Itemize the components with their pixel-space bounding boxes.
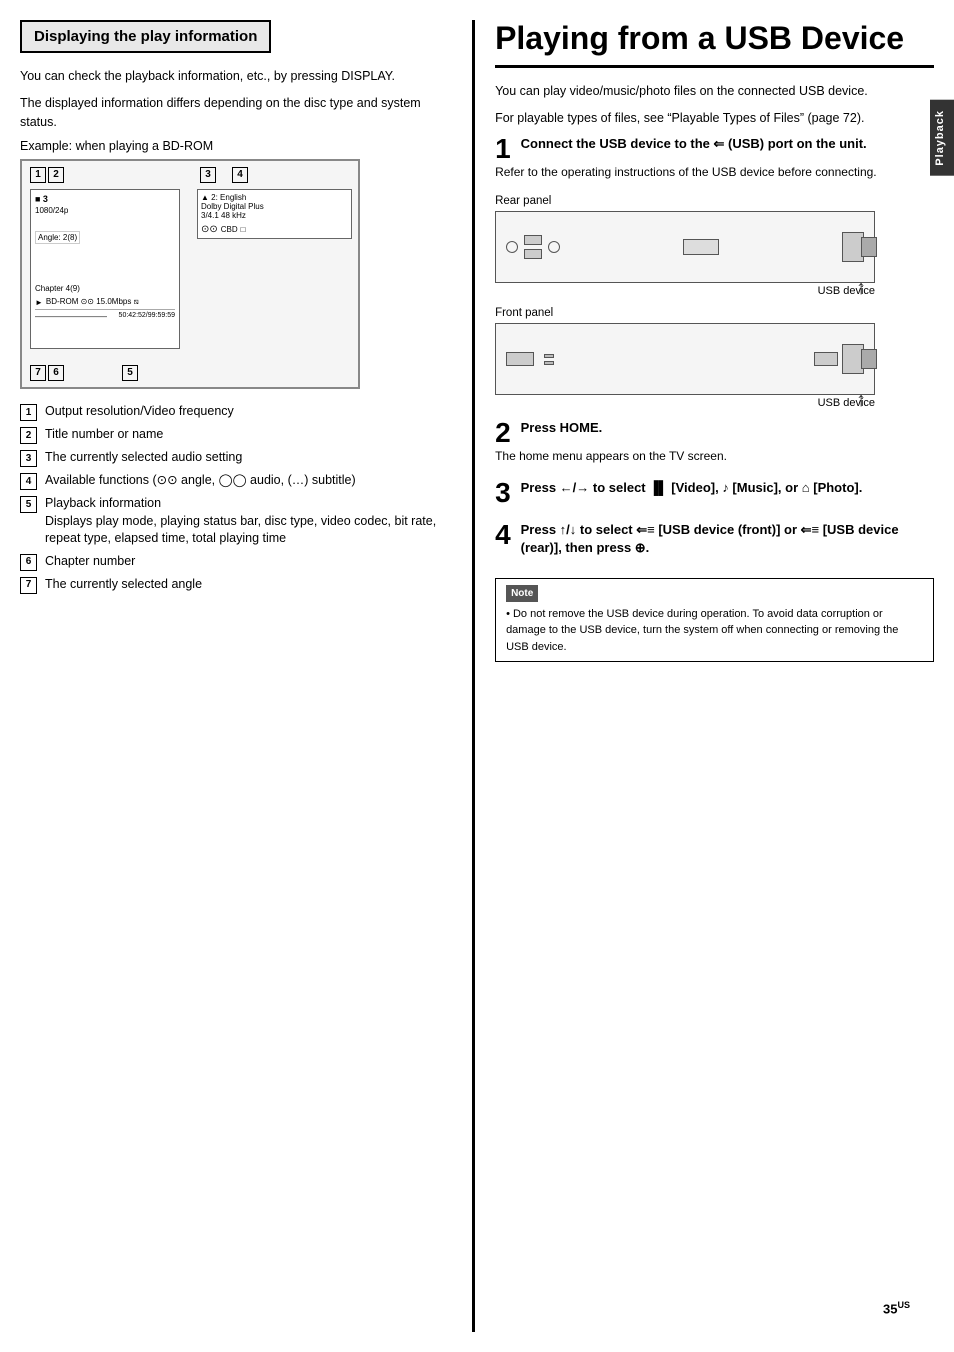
step-4-number: 4 [495, 521, 511, 549]
step-2-body: The home menu appears on the TV screen. [495, 447, 934, 465]
rear-mid-rect [683, 239, 719, 255]
section-title: Displaying the play information [20, 20, 271, 53]
note-text: • Do not remove the USB device during op… [506, 606, 923, 656]
num-badge-7: 7 [20, 577, 37, 594]
usb-slot-front [842, 344, 864, 374]
port-rect-1 [524, 235, 542, 245]
left-body1: You can check the playback information, … [20, 67, 452, 86]
list-item-2-text: Title number or name [45, 426, 163, 444]
num-badge-1: 1 [20, 404, 37, 421]
num-badge-5: 5 [20, 496, 37, 513]
bd-display-diagram: 1 2 3 4 7 6 5 ■ 3 1080/24p Angle: 2(8) C… [20, 159, 360, 389]
playback-info-list: 1 Output resolution/Video frequency 2 Ti… [20, 403, 452, 594]
step-1-header: Connect the USB device to the ⇐ (USB) po… [521, 135, 934, 153]
right-body1: You can play video/music/photo files on … [495, 82, 934, 101]
step-2-header: Press HOME. [521, 419, 934, 437]
list-item-3: 3 The currently selected audio setting [20, 449, 452, 467]
right-column: Playback Playing from a USB Device You c… [472, 20, 934, 1332]
rear-panel-elements [496, 212, 874, 282]
badge-2: 2 [48, 167, 64, 183]
port-circle-2 [548, 241, 560, 253]
usb-arrow-rear: ↑ [856, 277, 866, 300]
step-3-header: Press ←/→ to select ▐▌ [Video], ♪ [Music… [521, 479, 934, 497]
rear-panel-label: Rear panel [495, 195, 934, 207]
front-right-rect [814, 352, 838, 366]
usb-plug-rear [861, 237, 877, 257]
badge-4: 4 [232, 167, 248, 183]
badge-5: 5 [122, 365, 138, 381]
note-label: Note [506, 585, 538, 602]
badge-3: 3 [200, 167, 216, 183]
front-panel-elements [496, 324, 874, 394]
usb-arrow-front: ↑ [856, 389, 866, 412]
front-port-sm-2 [544, 361, 554, 365]
step-1: 1 Connect the USB device to the ⇐ (USB) … [495, 135, 934, 181]
num-badge-2: 2 [20, 427, 37, 444]
num-badge-4: 4 [20, 473, 37, 490]
left-body2: The displayed information differs depend… [20, 94, 452, 132]
list-item-5-text: Playback information Displays play mode,… [45, 495, 452, 548]
front-panel-diagram: ↑ [495, 323, 875, 395]
list-item-3-text: The currently selected audio setting [45, 449, 242, 467]
front-left-ports [506, 352, 554, 366]
main-title: Playing from a USB Device [495, 20, 934, 68]
list-item-6: 6 Chapter number [20, 553, 452, 571]
step-4: 4 Press ↑/↓ to select ⇐≡ [USB device (fr… [495, 521, 934, 563]
display-top-right: ▲ 2: English Dolby Digital Plus 3/4.1 48… [197, 189, 352, 239]
port-circle-1 [506, 241, 518, 253]
step-3-number: 3 [495, 479, 511, 507]
step-1-number: 1 [495, 135, 511, 163]
list-item-4-text: Available functions (⊙⊙ angle, ◯◯ audio,… [45, 472, 356, 490]
rear-right-group [842, 232, 864, 262]
badge-6: 6 [48, 365, 64, 381]
list-item-5: 5 Playback information Displays play mod… [20, 495, 452, 548]
list-item-7: 7 The currently selected angle [20, 576, 452, 594]
port-rect-2 [524, 249, 542, 259]
step-4-header: Press ↑/↓ to select ⇐≡ [USB device (fron… [521, 521, 934, 557]
rear-usb-device-label: USB device [495, 285, 875, 297]
rear-left-ports [506, 235, 560, 259]
badge-7: 7 [30, 365, 46, 381]
front-rect-1 [506, 352, 534, 366]
front-right-group [814, 344, 864, 374]
front-usb-group [842, 344, 864, 374]
list-item-7-text: The currently selected angle [45, 576, 202, 594]
step-3: 3 Press ←/→ to select ▐▌ [Video], ♪ [Mus… [495, 479, 934, 507]
rear-panel-diagram: ↑ [495, 211, 875, 283]
num-badge-3: 3 [20, 450, 37, 467]
right-body2: For playable types of files, see “Playab… [495, 109, 934, 128]
list-item-1-text: Output resolution/Video frequency [45, 403, 234, 421]
note-box: Note • Do not remove the USB device duri… [495, 578, 934, 663]
step-2-number: 2 [495, 419, 511, 447]
left-column: Displaying the play information You can … [20, 20, 472, 1332]
list-item-1: 1 Output resolution/Video frequency [20, 403, 452, 421]
list-item-4: 4 Available functions (⊙⊙ angle, ◯◯ audi… [20, 472, 452, 490]
rear-middle-group [683, 239, 719, 255]
front-panel-label: Front panel [495, 307, 934, 319]
front-small-ports [544, 354, 554, 365]
usb-slot-rear [842, 232, 864, 262]
display-top-left: ■ 3 1080/24p Angle: 2(8) Chapter 4(9) ► … [30, 189, 180, 349]
step-2: 2 Press HOME. The home menu appears on t… [495, 419, 934, 465]
num-badge-6: 6 [20, 554, 37, 571]
list-item-2: 2 Title number or name [20, 426, 452, 444]
front-port-sm-1 [544, 354, 554, 358]
example-label: Example: when playing a BD-ROM [20, 139, 452, 153]
front-usb-device-label: USB device [495, 397, 875, 409]
usb-plug-front [861, 349, 877, 369]
list-item-6-text: Chapter number [45, 553, 135, 571]
badge-1: 1 [30, 167, 46, 183]
step-1-body: Refer to the operating instructions of t… [495, 163, 934, 181]
playback-sidebar-tab: Playback [930, 100, 954, 176]
page-number: 35US [883, 1300, 910, 1316]
